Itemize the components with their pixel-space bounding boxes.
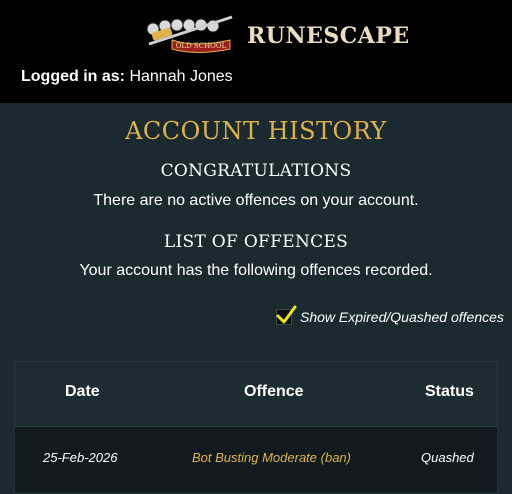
runescape-logo[interactable]: RUNESCAPE xyxy=(247,18,410,54)
column-header-offence: Offence xyxy=(244,383,304,400)
show-expired-toggle[interactable]: Show Expired/Quashed offences xyxy=(276,305,504,328)
show-expired-checkbox[interactable] xyxy=(276,305,297,325)
table-row: 25-Feb-2026 Bot Busting Moderate (ban) Q… xyxy=(15,427,497,493)
offences-table: Date Offence Status 25-Feb-2026 Bot Bust… xyxy=(14,361,498,494)
offences-text: Your account has the following offences … xyxy=(79,262,433,279)
offences-heading: LIST OF OFFENCES xyxy=(163,232,349,252)
account-history-panel: ACCOUNT HISTORY CONGRATULATIONS There ar… xyxy=(0,103,512,494)
congrats-text: There are no active offences on your acc… xyxy=(93,192,419,209)
show-expired-label: Show Expired/Quashed offences xyxy=(300,309,504,325)
column-header-status: Status xyxy=(425,383,474,400)
cell-offence: Bot Busting Moderate (ban) xyxy=(192,450,351,465)
cell-status: Quashed xyxy=(421,450,474,465)
congrats-heading: CONGRATULATIONS xyxy=(160,161,352,181)
site-header: OLD SCHOOL RUNESCAPE Logged in as: Hanna… xyxy=(0,0,512,103)
cell-date: 25-Feb-2026 xyxy=(43,450,118,465)
logged-in-status: Logged in as: Hannah Jones xyxy=(21,66,233,88)
checkmark-icon xyxy=(276,305,297,324)
column-header-date: Date xyxy=(65,383,100,400)
osrs-logo[interactable]: OLD SCHOOL xyxy=(144,14,236,56)
osrs-logo-text: OLD SCHOOL xyxy=(176,42,227,50)
page-title: ACCOUNT HISTORY xyxy=(125,117,387,145)
logo-bar: OLD SCHOOL RUNESCAPE xyxy=(0,14,512,58)
table-header: Date Offence Status xyxy=(15,362,497,427)
logged-in-label: Logged in as: xyxy=(21,68,125,85)
username: Hannah Jones xyxy=(129,68,233,85)
